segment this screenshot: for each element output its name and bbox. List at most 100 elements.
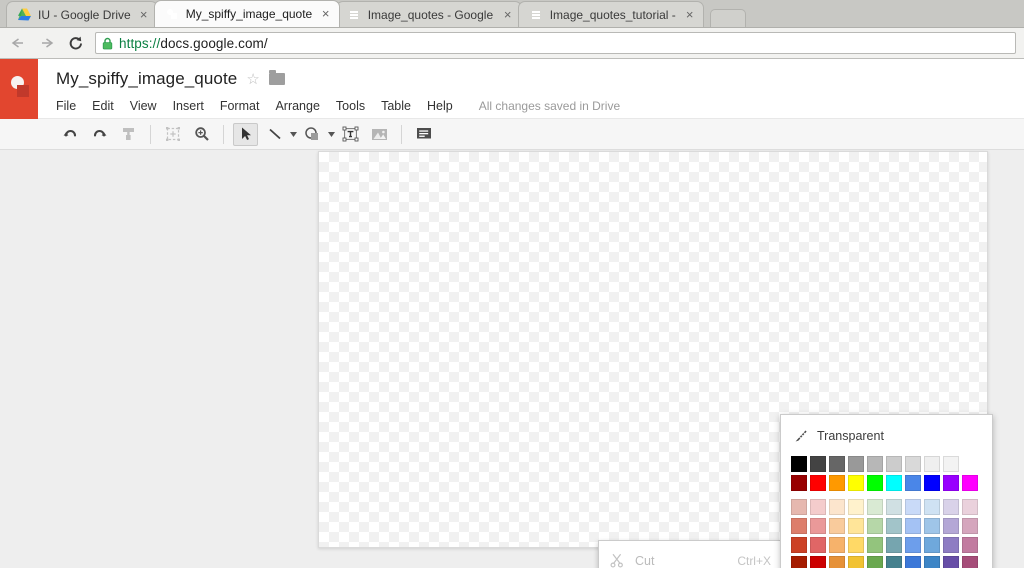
color-swatch[interactable] [810, 499, 826, 515]
tab-close-icon[interactable]: × [319, 7, 333, 21]
color-swatch[interactable] [848, 499, 864, 515]
color-swatch[interactable] [867, 537, 883, 553]
menu-format[interactable]: Format [212, 97, 268, 115]
color-swatch[interactable] [943, 537, 959, 553]
menu-table[interactable]: Table [373, 97, 419, 115]
color-swatch[interactable] [829, 456, 845, 472]
color-swatch[interactable] [924, 456, 940, 472]
color-swatch[interactable] [791, 499, 807, 515]
transparent-option[interactable]: Transparent [794, 425, 982, 447]
color-swatch[interactable] [848, 556, 864, 568]
menu-insert[interactable]: Insert [165, 97, 212, 115]
color-swatch[interactable] [848, 475, 864, 491]
color-swatch[interactable] [886, 456, 902, 472]
color-swatch[interactable] [791, 518, 807, 534]
forward-arrow-icon[interactable] [37, 33, 57, 53]
insert-image-icon[interactable] [367, 123, 392, 146]
line-tool-icon[interactable] [262, 123, 287, 146]
color-swatch[interactable] [848, 518, 864, 534]
color-swatch[interactable] [829, 475, 845, 491]
url-input[interactable]: https://docs.google.com/ [95, 32, 1016, 54]
back-arrow-icon[interactable] [8, 33, 28, 53]
menu-file[interactable]: File [56, 97, 84, 115]
color-swatch[interactable] [905, 518, 921, 534]
color-swatch[interactable] [829, 518, 845, 534]
browser-tab-3[interactable]: Image_quotes_tutorial - G × [517, 1, 704, 27]
color-swatch[interactable] [924, 537, 940, 553]
tab-close-icon[interactable]: × [501, 8, 515, 22]
color-swatch[interactable] [943, 556, 959, 568]
menu-arrange[interactable]: Arrange [267, 97, 327, 115]
color-swatch[interactable] [905, 475, 921, 491]
text-box-icon[interactable] [338, 123, 363, 146]
color-swatch[interactable] [886, 499, 902, 515]
shape-tool-dropdown-icon[interactable] [327, 123, 336, 146]
color-swatch[interactable] [886, 537, 902, 553]
color-swatch[interactable] [943, 475, 959, 491]
fit-to-page-icon[interactable] [160, 123, 185, 146]
color-swatch[interactable] [943, 499, 959, 515]
color-swatch[interactable] [810, 475, 826, 491]
color-swatch[interactable] [962, 556, 978, 568]
menu-tools[interactable]: Tools [328, 97, 373, 115]
redo-icon[interactable] [87, 123, 112, 146]
menu-view[interactable]: View [122, 97, 165, 115]
browser-tab-0[interactable]: IU - Google Drive × [6, 1, 158, 27]
color-swatch[interactable] [810, 537, 826, 553]
color-swatch[interactable] [791, 556, 807, 568]
color-swatch[interactable] [867, 456, 883, 472]
shape-tool-icon[interactable] [300, 123, 325, 146]
new-tab-button[interactable] [709, 9, 746, 27]
color-swatch[interactable] [867, 556, 883, 568]
background-color-palette: Transparent Custom… [780, 414, 993, 568]
tab-close-icon[interactable]: × [683, 8, 697, 22]
color-swatch[interactable] [943, 456, 959, 472]
browser-tab-1[interactable]: My_spiffy_image_quote - × [153, 0, 340, 27]
menu-help[interactable]: Help [419, 97, 461, 115]
comment-icon[interactable] [411, 123, 436, 146]
color-swatch[interactable] [943, 518, 959, 534]
color-swatch[interactable] [810, 556, 826, 568]
star-icon[interactable]: ☆ [246, 72, 259, 87]
color-swatch[interactable] [810, 456, 826, 472]
color-swatch[interactable] [962, 518, 978, 534]
color-swatch[interactable] [867, 499, 883, 515]
color-swatch[interactable] [924, 499, 940, 515]
zoom-icon[interactable] [189, 123, 214, 146]
color-swatch[interactable] [962, 537, 978, 553]
color-swatch[interactable] [791, 475, 807, 491]
color-swatch[interactable] [829, 556, 845, 568]
color-swatch[interactable] [924, 475, 940, 491]
browser-tab-2[interactable]: Image_quotes - Google D × [335, 1, 522, 27]
color-swatch[interactable] [867, 518, 883, 534]
color-swatch[interactable] [829, 499, 845, 515]
color-swatch[interactable] [848, 456, 864, 472]
color-swatch[interactable] [886, 518, 902, 534]
color-swatch[interactable] [905, 537, 921, 553]
select-tool-icon[interactable] [233, 122, 258, 146]
color-swatch[interactable] [886, 475, 902, 491]
paint-format-icon[interactable] [116, 123, 141, 146]
color-swatch[interactable] [962, 475, 978, 491]
reload-icon[interactable] [66, 33, 86, 53]
color-swatch[interactable] [905, 556, 921, 568]
context-menu-item-cut[interactable]: Cut Ctrl+X [599, 547, 781, 568]
color-swatch[interactable] [791, 456, 807, 472]
color-swatch[interactable] [848, 537, 864, 553]
color-swatch[interactable] [886, 556, 902, 568]
color-swatch[interactable] [924, 556, 940, 568]
line-tool-dropdown-icon[interactable] [289, 123, 298, 146]
tab-close-icon[interactable]: × [137, 8, 151, 22]
page-title[interactable]: My_spiffy_image_quote [56, 69, 237, 89]
color-swatch[interactable] [962, 499, 978, 515]
folder-icon[interactable] [268, 70, 285, 85]
menu-edit[interactable]: Edit [84, 97, 122, 115]
color-swatch[interactable] [867, 475, 883, 491]
color-swatch[interactable] [829, 537, 845, 553]
color-swatch[interactable] [791, 537, 807, 553]
color-swatch[interactable] [905, 499, 921, 515]
color-swatch[interactable] [905, 456, 921, 472]
undo-icon[interactable] [58, 123, 83, 146]
color-swatch[interactable] [924, 518, 940, 534]
color-swatch[interactable] [810, 518, 826, 534]
